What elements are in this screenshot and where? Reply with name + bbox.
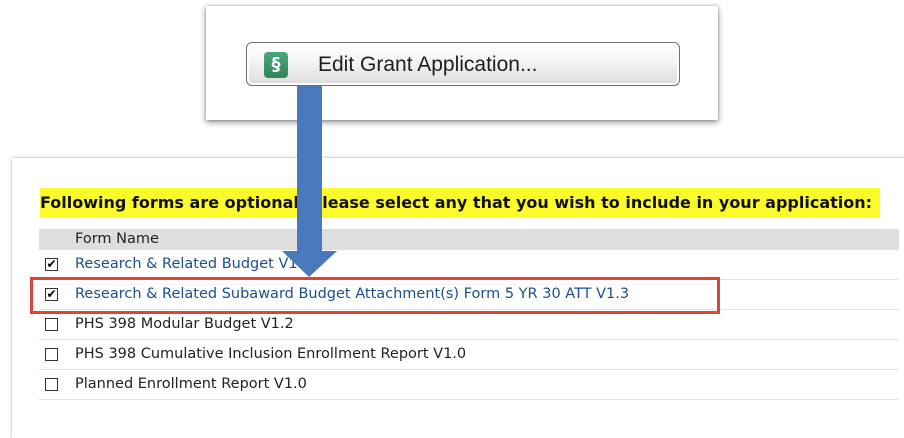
arrow-shaft	[297, 86, 322, 253]
down-arrow-icon	[282, 86, 337, 277]
arrow-head	[282, 251, 337, 277]
